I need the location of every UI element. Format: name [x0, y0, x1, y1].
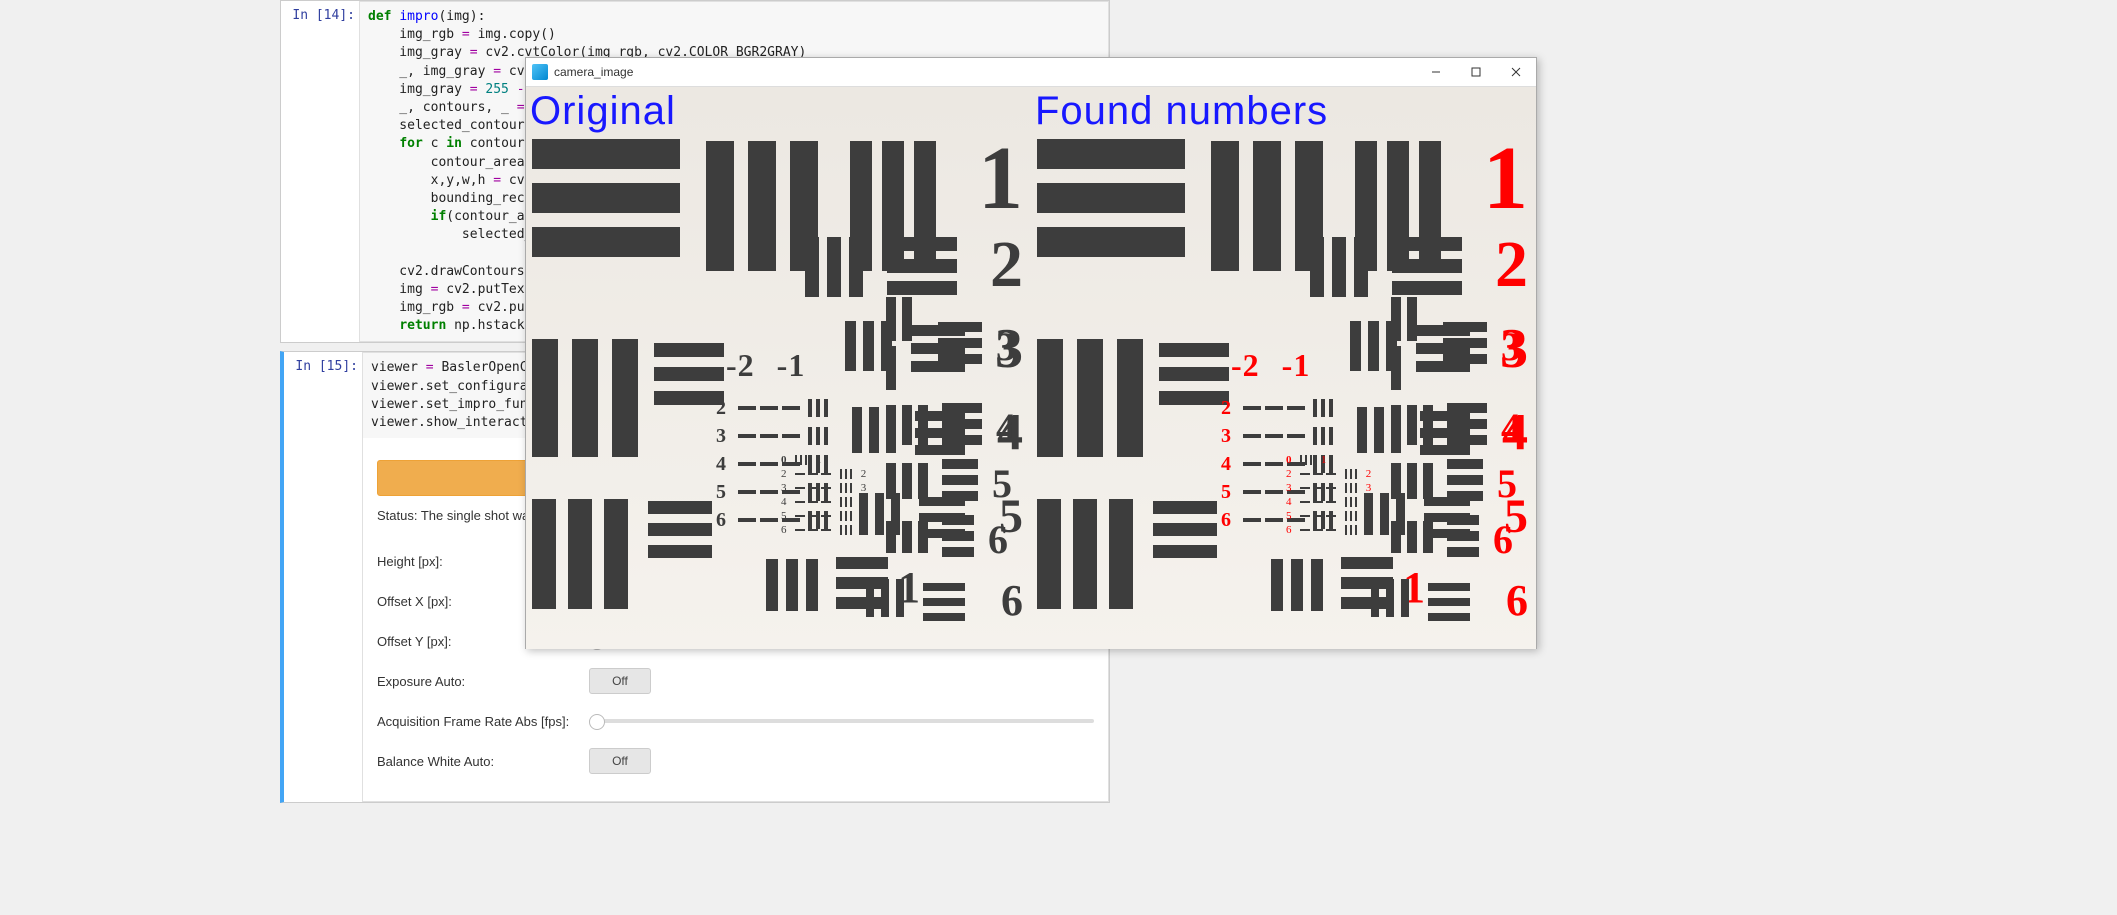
toggle-exposureauto[interactable]: Off: [589, 668, 651, 694]
vbars-by-3: [845, 321, 899, 376]
close-button[interactable]: [1496, 58, 1536, 86]
image-left-original: Original12-2-1234560 12 23 34 45 56 6345…: [526, 87, 1031, 649]
slider-thumb[interactable]: [589, 714, 605, 730]
vbars-by-6: [866, 579, 911, 622]
vbars-by-4: [852, 407, 903, 458]
hbars-by-4: [1420, 411, 1470, 467]
vbars-by-2: [1310, 237, 1376, 302]
minimize-button[interactable]: [1416, 58, 1456, 86]
mid-left-hbars-1: [1159, 343, 1229, 420]
vbars-by-5: [859, 493, 907, 540]
hbars-by-3: [911, 325, 965, 384]
center-nest: 0 12 23 34 45 56 6: [1286, 453, 1376, 543]
top-left-hbars: [532, 139, 682, 276]
big-digit-5: 5: [999, 489, 1023, 544]
mid-left-hbars-1: [654, 343, 724, 420]
big-digit-3: 3: [995, 317, 1023, 381]
big-digit-4: 4: [1502, 403, 1528, 462]
toggle-balancewhiteauto[interactable]: Off: [589, 748, 651, 774]
control-label: Exposure Auto:: [377, 674, 577, 689]
big-digit-4: 4: [997, 403, 1023, 462]
vbars-by-3: [1350, 321, 1404, 376]
big-digit-1: 1: [1483, 127, 1528, 230]
big-digit-2: 2: [990, 227, 1023, 303]
maximize-button[interactable]: [1456, 58, 1496, 86]
window-titlebar[interactable]: camera_image: [526, 58, 1536, 87]
image-right-found: Found numbers12-2-1234560 12 23 34 45 56…: [1031, 87, 1536, 649]
big-digit-6: 6: [1001, 575, 1023, 626]
app-icon: [532, 64, 548, 80]
neg-labels: -2-1: [726, 347, 805, 384]
hbars-by-3: [1416, 325, 1470, 384]
camera-image-content: Original12-2-1234560 12 23 34 45 56 6345…: [526, 87, 1536, 649]
big-digit-6: 6: [1506, 575, 1528, 626]
control-row-4: Acquisition Frame Rate Abs [fps]:: [377, 701, 1094, 741]
camera-image-window: camera_image Original12-2-1234560 12 23 …: [525, 57, 1537, 649]
prompt-in-14: In [14]:: [281, 1, 359, 342]
vbars-by-6: [1371, 579, 1416, 622]
mid-left-vbars-1: [1037, 339, 1157, 462]
vbars-by-4: [1357, 407, 1408, 458]
control-label: Acquisition Frame Rate Abs [fps]:: [377, 714, 577, 729]
hbars-by-4: [915, 411, 965, 467]
hbars-by-5: [919, 497, 965, 550]
mid-left-hbars-2: [648, 501, 712, 572]
overlay-original: Original: [530, 89, 676, 134]
big-digit-1: 1: [978, 127, 1023, 230]
mid-left-vbars-2: [1037, 499, 1145, 614]
overlay-found-numbers: Found numbers: [1035, 89, 1328, 134]
window-title: camera_image: [554, 65, 1416, 79]
control-row-3: Exposure Auto: Off: [377, 661, 1094, 701]
vbars-by-5: [1364, 493, 1412, 540]
mid-left-vbars-1: [532, 339, 652, 462]
top-left-hbars: [1037, 139, 1187, 276]
hbars-by-5: [1424, 497, 1470, 550]
big-digit-3: 3: [1500, 317, 1528, 381]
mid-left-vbars-2: [532, 499, 640, 614]
prompt-in-15: In [15]:: [284, 352, 362, 802]
hbars-by-6: [923, 583, 965, 633]
slider[interactable]: [589, 719, 1094, 723]
neg-labels: -2-1: [1231, 347, 1310, 384]
hbars-by-6: [1428, 583, 1470, 633]
control-row-5: Balance White Auto: Off: [377, 741, 1094, 781]
big-digit-5: 5: [1504, 489, 1528, 544]
control-label: Balance White Auto:: [377, 754, 577, 769]
big-digit-2: 2: [1495, 227, 1528, 303]
mid-left-hbars-2: [1153, 501, 1217, 572]
center-nest: 0 12 23 34 45 56 6: [781, 453, 871, 543]
vbars-by-2: [805, 237, 871, 302]
